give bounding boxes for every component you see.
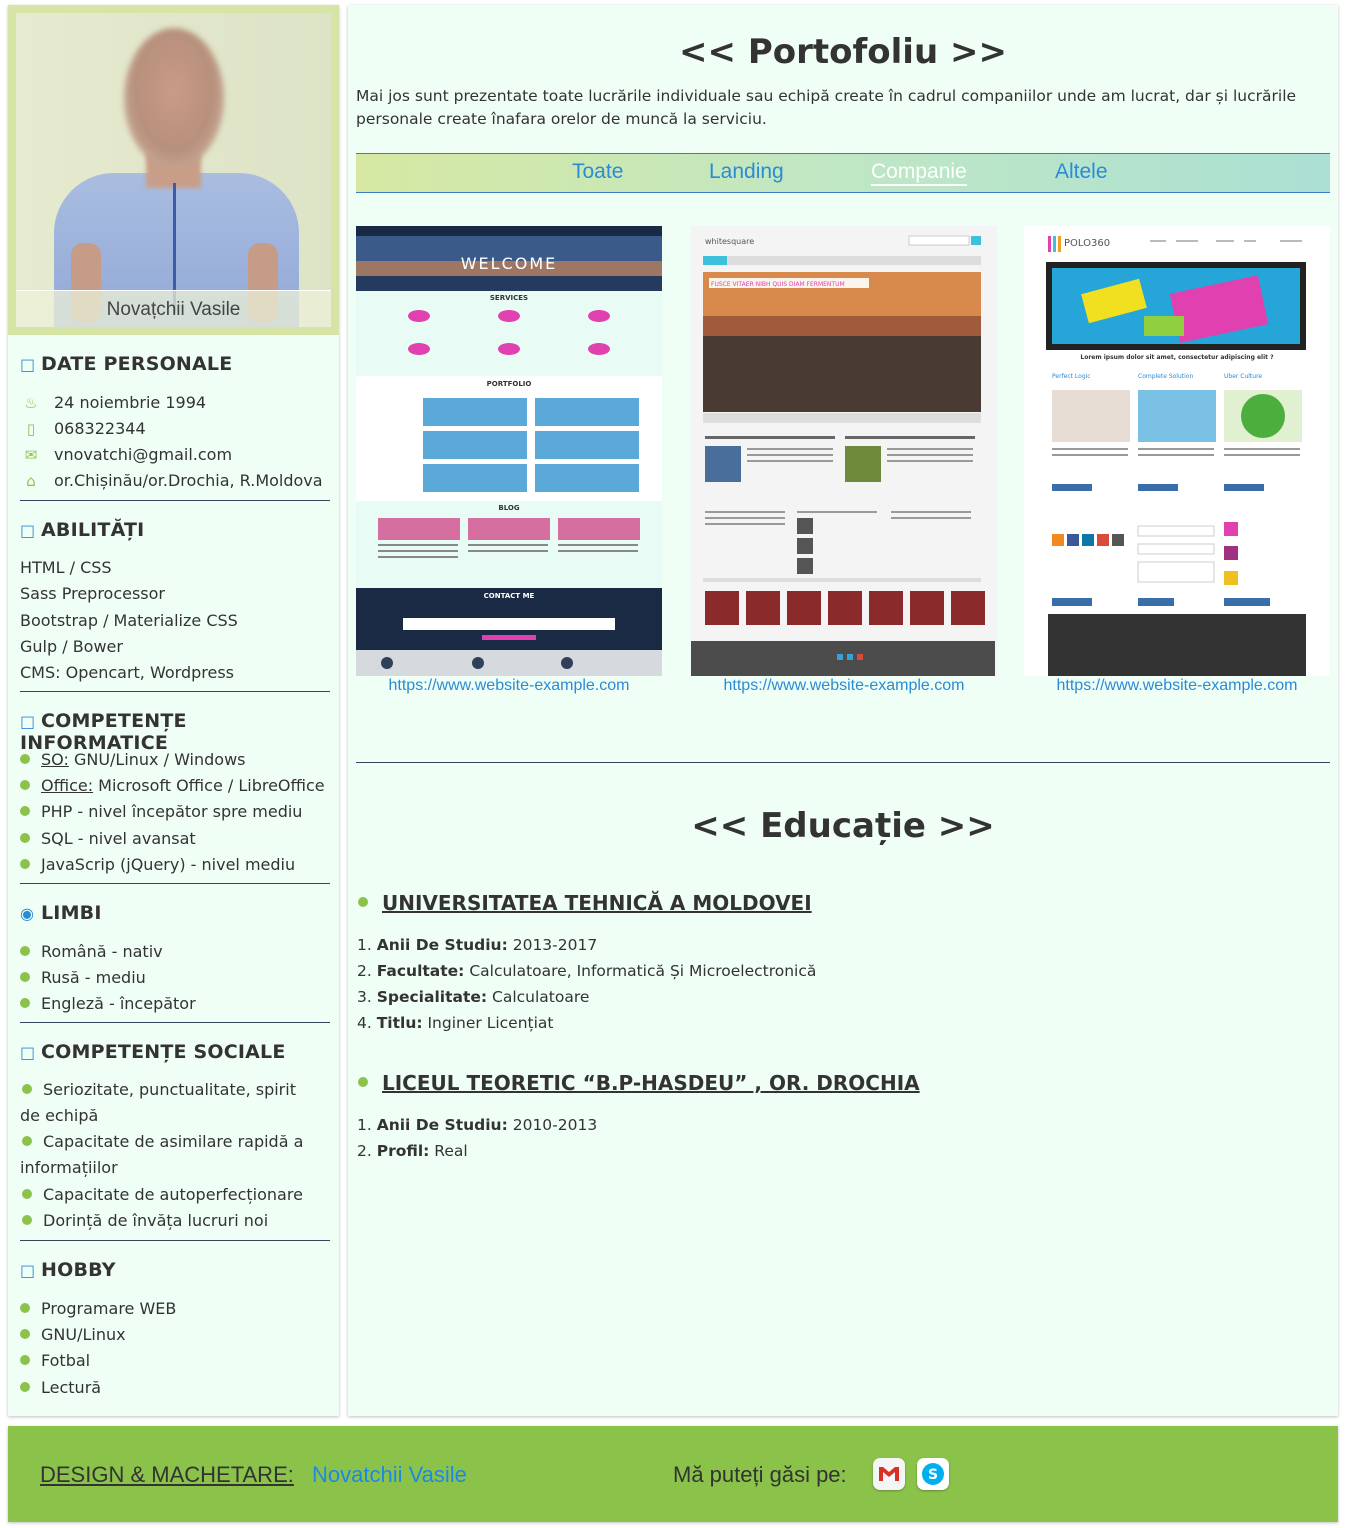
skill-item: HTML / CSS [20,558,112,577]
filter-companie[interactable]: Companie [871,160,967,186]
cake-icon: ♨ [24,394,38,412]
school-detail: 2. Facultate: Calculatoare, Informatică … [357,962,817,980]
polo-preview: POLO360 Lorem ipsum dolor sit amet, cons… [1024,226,1330,676]
address-row: ⌂ or.Chișinău/or.Drochia, R.Moldova [20,471,322,490]
svg-text:whitesquare: whitesquare [705,237,754,246]
gmail-icon[interactable] [873,1458,905,1490]
section-title-personal: □ DATE PERSONALE [20,353,233,375]
education-title: << Educație >> [691,806,995,846]
svg-text:POLO360: POLO360 [1064,238,1110,249]
divider [356,762,1330,763]
filter-altele[interactable]: Altele [1055,160,1108,184]
section-title-social: □ COMPETENȚE SOCIALE [20,1041,286,1063]
portfolio-title: << Portofoliu >> [679,32,1007,72]
home-icon: ⌂ [26,472,36,490]
sidebar: Novațchii Vasile □ DATE PERSONALE ♨ 24 noi… [8,5,339,1416]
portfolio-link[interactable]: https://www.website-example.com [356,677,662,695]
divider [20,883,330,884]
school-heading[interactable]: LICEUL TEORETIC “B.P-HASDEU” , OR. DROCH… [358,1071,920,1095]
social-item: Capacitate de asimilare rapidă a informa… [20,1132,304,1177]
divider [20,691,330,692]
section-title-languages: ◉ LIMBI [20,902,102,924]
it-item: SQL - nivel avansat [20,829,196,848]
social-item: Seriozitate, punctualitate, spirit de ec… [20,1080,296,1125]
filter-landing[interactable]: Landing [709,160,784,184]
school-detail: 1. Anii De Studiu: 2013-2017 [357,936,598,954]
hobby-item: Lectură [20,1378,101,1397]
svg-text:WELCOME: WELCOME [461,254,558,273]
svg-text:Uber Culture: Uber Culture [1224,373,1262,380]
company-preview: whitesquare FUSCE VITAER NIBH QUIS DIAM … [691,226,995,676]
mail-icon: ✉ [24,446,38,464]
svg-text:FUSCE VITAER NIBH QUIS DIAM FE: FUSCE VITAER NIBH QUIS DIAM FERMENTUM [711,281,845,288]
svg-text:PORTFOLIO: PORTFOLIO [487,380,532,388]
it-item: JavaScrip (jQuery) - nivel mediu [20,855,295,874]
portfolio-thumbnail[interactable]: WELCOME SERVICES PORTFOLIO BLOG CONTACT … [356,226,662,676]
hobby-item: Fotbal [20,1351,90,1370]
section-title-hobby: □ HOBBY [20,1259,116,1281]
svg-text:SERVICES: SERVICES [490,294,528,302]
svg-text:Perfect Logic: Perfect Logic [1052,373,1091,380]
main-content: << Portofoliu >> Mai jos sunt prezentate… [348,5,1338,1416]
section-title-it: □ COMPETENȚE INFORMATICE [20,710,187,754]
phone-icon: ▯ [26,420,36,438]
hobby-item: GNU/Linux [20,1325,126,1344]
school-detail: 1. Anii De Studiu: 2010-2013 [357,1116,598,1134]
hobby-item: Programare WEB [20,1299,176,1318]
svg-text:BLOG: BLOG [498,504,519,512]
birthday-row: ♨ 24 noiembrie 1994 [20,393,206,412]
footer-credit-label: DESIGN & MACHETARE: [40,1462,294,1487]
portfolio-link[interactable]: https://www.website-example.com [1024,677,1330,695]
bookmark-icon: □ [20,712,36,731]
language-item: Rusă - mediu [20,968,146,987]
filter-toate[interactable]: Toate [572,160,623,184]
divider [20,1240,330,1241]
bookmark-icon: □ [20,521,36,540]
svg-text:CONTACT ME: CONTACT ME [484,592,535,600]
skype-icon[interactable]: S [917,1458,949,1490]
skill-item: Sass Preprocessor [20,584,166,603]
it-item: SO: GNU/Linux / Windows [20,750,246,769]
language-item: Română - nativ [20,942,163,961]
skill-item: CMS: Opencart, Wordpress [20,663,234,682]
school-heading[interactable]: UNIVERSITATEA TEHNICĂ A MOLDOVEI [358,891,812,915]
language-item: Engleză - începător [20,994,196,1013]
bookmark-icon: □ [20,1261,36,1280]
portfolio-intro: Mai jos sunt prezentate toate lucrările … [356,87,1297,128]
footer-author-link[interactable]: Novatchii Vasile [312,1462,467,1488]
section-title-skills: □ ABILITĂȚI [20,519,145,541]
bookmark-icon: □ [20,1043,36,1062]
portfolio-link[interactable]: https://www.website-example.com [691,677,997,695]
school-detail: 4. Titlu: Inginer Licențiat [357,1014,554,1032]
svg-text:Lorem ipsum dolor sit amet, co: Lorem ipsum dolor sit amet, consectetur … [1080,354,1274,361]
email-row[interactable]: ✉ vnovatchi@gmail.com [20,445,232,464]
skill-item: Bootstrap / Materialize CSS [20,611,238,630]
skill-item: Gulp / Bower [20,637,123,656]
profile-name: Novațchii Vasile [16,290,331,327]
portfolio-thumbnail[interactable]: POLO360 Lorem ipsum dolor sit amet, cons… [1024,226,1330,676]
divider [20,1022,330,1023]
svg-text:S: S [928,1467,938,1483]
profile-photo-frame: Novațchii Vasile [8,5,339,335]
school-detail: 2. Profil: Real [357,1142,468,1160]
it-item: Office: Microsoft Office / LibreOffice [20,776,325,795]
social-item: Dorință de învăța lucruri noi [20,1208,320,1234]
it-item: PHP - nivel începător spre mediu [20,802,302,821]
profile-photo [16,13,331,327]
social-item: Capacitate de autoperfecționare [20,1182,320,1208]
school-detail: 3. Specialitate: Calculatoare [357,988,590,1006]
landing-preview: WELCOME SERVICES PORTFOLIO BLOG CONTACT … [356,226,662,676]
bookmark-icon: □ [20,355,36,374]
globe-icon: ◉ [20,904,35,923]
footer: DESIGN & MACHETARE: Novatchii Vasile Mă … [8,1426,1338,1522]
phone-row: ▯ 068322344 [20,419,146,438]
divider [20,500,330,501]
portfolio-filter-bar: Toate Landing Companie Altele [356,153,1330,193]
svg-text:Complete Solution: Complete Solution [1138,373,1193,380]
footer-find-label: Mă puteți găsi pe: [673,1462,847,1487]
portfolio-thumbnail[interactable]: whitesquare FUSCE VITAER NIBH QUIS DIAM … [691,226,997,676]
